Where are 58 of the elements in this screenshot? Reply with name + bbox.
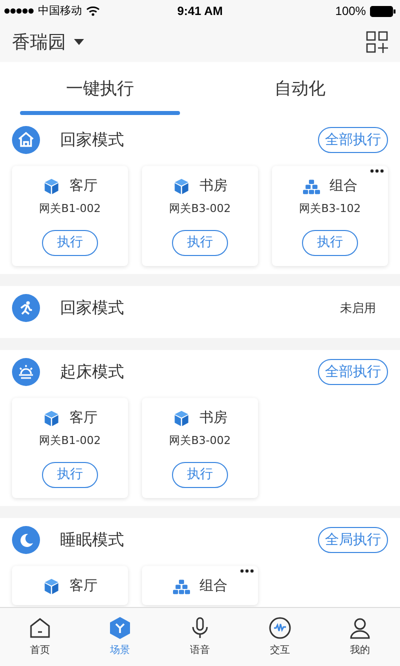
scene-title: 睡眠模式	[60, 529, 125, 551]
room-name: 书房	[200, 409, 228, 428]
add-grid-icon[interactable]	[366, 31, 388, 53]
hexagon-icon	[108, 616, 132, 640]
nav-tab[interactable]: 交互	[240, 608, 320, 666]
room-name: 书房	[200, 177, 228, 196]
cube-icon	[42, 410, 60, 427]
moon-icon	[12, 526, 40, 554]
room-name: 客厅	[70, 577, 98, 596]
user-icon	[348, 616, 372, 640]
scene-title: 回家模式	[60, 297, 125, 319]
execute-button[interactable]: 执行	[302, 230, 358, 256]
room-name: 组合	[330, 177, 358, 196]
sunrise-icon	[12, 358, 40, 386]
battery-icon	[370, 6, 396, 16]
wifi-icon	[86, 6, 100, 16]
run-all-button[interactable]: 全局执行	[318, 527, 388, 553]
room-name: 客厅	[70, 177, 98, 196]
status-time: 9:41 AM	[177, 3, 223, 20]
house-icon	[12, 126, 40, 154]
more-icon[interactable]	[240, 569, 254, 573]
scene-title: 回家模式	[60, 129, 125, 151]
gateway-label: 网关B3-002	[169, 201, 231, 217]
run-all-button[interactable]: 全部执行	[318, 359, 388, 385]
gateway-label: 网关B1-002	[39, 433, 101, 449]
cube-icon	[172, 178, 190, 195]
nav-tab[interactable]: 场景	[80, 608, 160, 666]
execute-button[interactable]: 执行	[42, 230, 98, 256]
caret-icon	[74, 39, 84, 45]
nav-tab[interactable]: 我的	[320, 608, 400, 666]
gateway-label: 网关B3-102	[299, 201, 361, 217]
tab[interactable]: 一键执行	[0, 62, 200, 118]
runner-icon	[12, 294, 40, 322]
gateway-label: 网关B3-002	[169, 433, 231, 449]
carrier-text: 中国移动	[38, 2, 82, 19]
nav-tab[interactable]: 语音	[160, 608, 240, 666]
house-icon	[28, 616, 52, 640]
gateway-label: 网关B1-002	[39, 201, 101, 217]
run-all-button[interactable]: 全部执行	[318, 127, 388, 153]
cube-icon	[42, 178, 60, 195]
room-name: 组合	[200, 577, 228, 596]
home-selector[interactable]: 香瑞园	[12, 28, 84, 56]
more-icon[interactable]	[370, 169, 384, 173]
tab[interactable]: 自动化	[200, 62, 400, 118]
execute-button[interactable]: 执行	[172, 230, 228, 256]
cubes-icon	[302, 178, 320, 195]
chat-wave-icon	[268, 616, 292, 640]
cubes-icon	[172, 578, 190, 595]
room-name: 客厅	[70, 409, 98, 428]
signal-icon	[4, 8, 34, 14]
cube-icon	[42, 578, 60, 595]
scene-status: 未启用	[340, 300, 376, 317]
scene-title: 起床模式	[60, 361, 125, 383]
execute-button[interactable]: 执行	[172, 462, 228, 488]
cube-icon	[172, 410, 190, 427]
battery-text: 100%	[335, 3, 366, 20]
execute-button[interactable]: 执行	[42, 462, 98, 488]
nav-tab[interactable]: 首页	[0, 608, 80, 666]
